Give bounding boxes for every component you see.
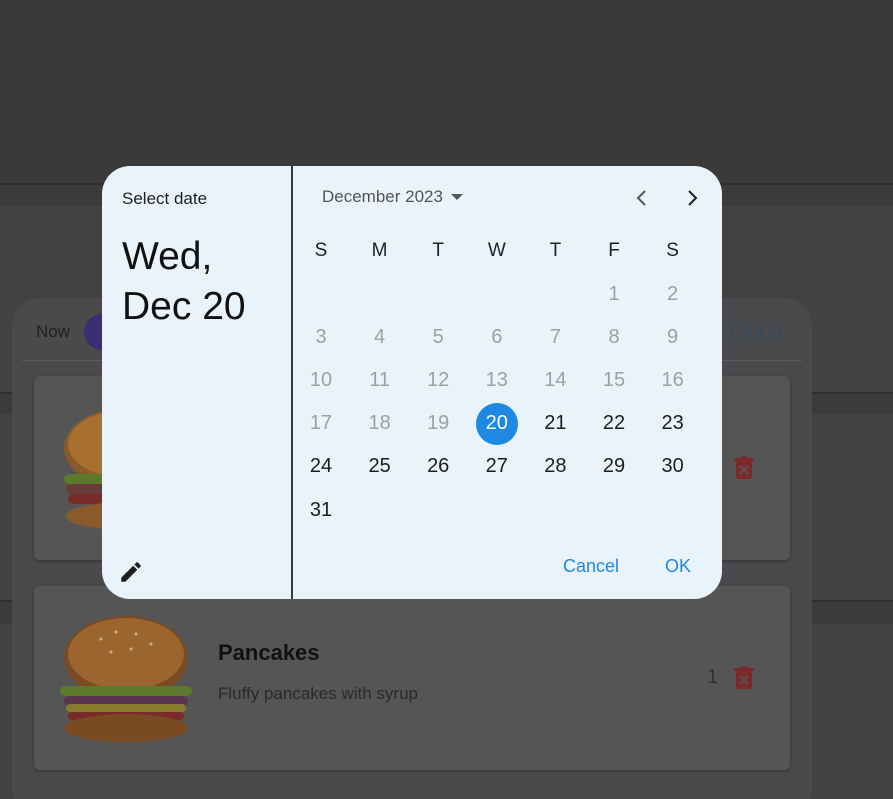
currency-label: Taka: [724, 316, 784, 347]
calendar-day[interactable]: 28: [534, 446, 576, 488]
date-picker-dialog: Select date Wed, Dec 20 December 2023 S M…: [102, 166, 722, 599]
calendar-day: 14: [544, 368, 567, 391]
calendar-day: 12: [427, 368, 450, 391]
calendar-day: 8: [608, 325, 620, 348]
calendar-day: 19: [427, 412, 450, 435]
weekday-header: W: [487, 240, 506, 261]
weekday-header: S: [666, 240, 679, 261]
select-date-label: Select date: [122, 189, 208, 208]
calendar-day[interactable]: 26: [417, 446, 459, 488]
calendar-day: 18: [368, 412, 391, 435]
ok-button[interactable]: OK: [665, 556, 691, 577]
delete-icon[interactable]: [734, 666, 754, 690]
calendar-day[interactable]: 30: [652, 446, 694, 488]
list-item[interactable]: Pancakes Fluffy pancakes with syrup 1: [34, 586, 790, 770]
item-title: Pancakes: [218, 640, 320, 665]
weekday-header: S: [314, 240, 328, 261]
divider: [291, 166, 293, 599]
weekday-header: F: [608, 240, 620, 261]
calendar-day: 16: [661, 368, 684, 391]
now-label: Now: [36, 322, 71, 341]
delete-icon[interactable]: [734, 456, 754, 480]
app-top-bar: [0, 0, 893, 183]
selected-date-headline: Wed, Dec 20: [122, 232, 246, 332]
pencil-icon[interactable]: [118, 559, 144, 585]
calendar-day: 9: [667, 325, 679, 348]
calendar-day[interactable]: 25: [359, 446, 401, 488]
calendar-day: 3: [315, 325, 327, 348]
date-picker-header: Select date Wed, Dec 20: [102, 166, 292, 599]
weekday-header: T: [549, 240, 562, 261]
dropdown-arrow-icon: [450, 194, 463, 200]
item-description: Fluffy pancakes with syrup: [218, 684, 418, 703]
cancel-button[interactable]: Cancel: [563, 556, 619, 577]
calendar-day[interactable]: 21: [534, 403, 576, 445]
calendar-day[interactable]: 24: [300, 446, 342, 488]
headline-date: Dec 20: [122, 285, 246, 328]
calendar-day: 10: [309, 368, 333, 391]
calendar-day: 1: [608, 282, 620, 305]
month-year-label: December 2023: [322, 187, 443, 206]
weekday-header: T: [432, 240, 444, 261]
calendar-day[interactable]: 29: [593, 446, 635, 488]
calendar-day: 4: [374, 325, 386, 348]
calendar-day[interactable]: 22: [593, 403, 635, 445]
calendar-day: 5: [432, 325, 444, 348]
chevron-left-icon[interactable]: [630, 186, 654, 210]
calendar-day: 13: [485, 368, 508, 391]
item-quantity: 1: [707, 666, 719, 688]
chevron-right-icon[interactable]: [680, 186, 704, 210]
calendar-day[interactable]: 23: [652, 403, 694, 445]
burger-image: [60, 616, 192, 742]
calendar-day[interactable]: 31: [300, 489, 342, 531]
calendar-day: 17: [309, 412, 333, 435]
calendar-day: 7: [549, 325, 561, 348]
calendar-day: 6: [491, 325, 503, 348]
calendar-day-selected[interactable]: 20: [475, 402, 518, 445]
calendar-day: 11: [369, 368, 390, 391]
weekday-header: M: [371, 240, 388, 261]
calendar-day: 15: [602, 368, 626, 391]
calendar-day[interactable]: 27: [476, 446, 518, 488]
headline-weekday: Wed,: [122, 235, 213, 278]
month-year-selector[interactable]: December 2023: [322, 187, 463, 207]
calendar-day: 2: [667, 282, 679, 305]
